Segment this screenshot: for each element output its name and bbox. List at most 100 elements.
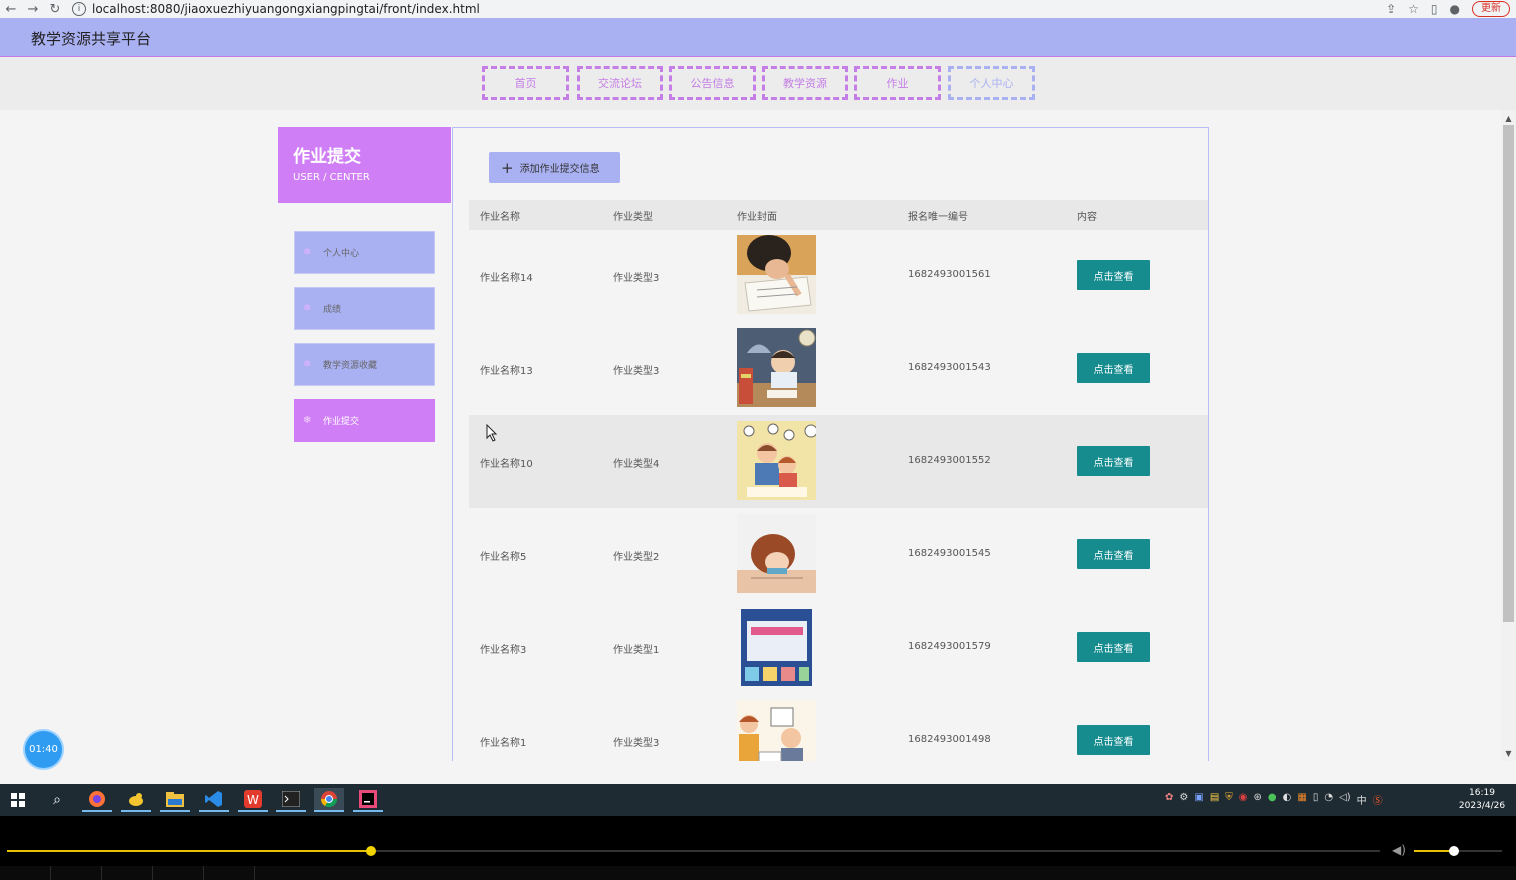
taskbar-clock[interactable]: 16:19 2023/4/26	[1455, 787, 1509, 813]
qq-icon[interactable]: ◐	[1283, 792, 1292, 807]
duck-app-icon[interactable]	[121, 788, 151, 812]
sidebar-item-grades[interactable]: ❄ 成绩	[294, 287, 435, 330]
volume-handle[interactable]	[1449, 846, 1459, 856]
seek-progress	[7, 850, 371, 852]
wps-office-icon[interactable]: W	[238, 788, 268, 812]
table-row: 作业名称1 作业类型3 1682493001498 点击查看	[469, 694, 1208, 761]
nav-item-homework[interactable]: 作业	[854, 66, 941, 100]
site-info-icon[interactable]: i	[72, 2, 86, 16]
table-row: 作业名称3 作业类型1 1682493001579 点击查看	[469, 601, 1208, 694]
homework-name: 作业名称14	[480, 273, 533, 284]
sidebar-item-label: 个人中心	[323, 249, 360, 259]
network-icon[interactable]: ◔	[1324, 792, 1333, 807]
file-explorer-icon[interactable]	[160, 788, 190, 812]
scrollbar-thumb[interactable]	[1503, 125, 1514, 622]
recording-timer[interactable]: 01:40	[25, 731, 62, 768]
tray-app-icon[interactable]: ⊛	[1254, 792, 1262, 807]
browser-toolbar: ← → ↻ i localhost:8080/jiaoxuezhiyuangon…	[0, 0, 1516, 18]
column-header-name: 作业名称	[480, 212, 520, 223]
table-row: 作业名称10 作业类型4 1682493001552 点击查看	[469, 415, 1208, 508]
chrome-icon[interactable]	[314, 788, 344, 812]
view-details-button[interactable]: 点击查看	[1077, 446, 1150, 476]
reload-icon[interactable]: ↻	[44, 0, 66, 18]
sidebar-item-label: 作业提交	[323, 417, 360, 427]
svg-text:W: W	[247, 793, 259, 807]
input-method-indicator[interactable]: 中	[1357, 792, 1367, 807]
submission-code: 1682493001552	[908, 455, 991, 466]
tray-app-icon[interactable]: ▤	[1210, 792, 1219, 807]
tray-app-icon[interactable]: ⚙	[1179, 792, 1188, 807]
usb-icon[interactable]: ▯	[1313, 792, 1319, 807]
sidebar-item-personal-center[interactable]: ❄ 个人中心	[294, 231, 435, 274]
sidebar-item-resource-favorites[interactable]: ❄ 教学资源收藏	[294, 343, 435, 386]
firefox-icon[interactable]	[82, 788, 112, 812]
nav-item-home[interactable]: 首页	[482, 66, 569, 100]
tray-app-icon[interactable]: ✿	[1165, 792, 1173, 807]
vscode-icon[interactable]	[199, 788, 229, 812]
submission-code: 1682493001561	[908, 269, 991, 280]
seek-handle[interactable]	[366, 846, 376, 856]
browser-actions: ⇪ ☆ ▯ ● 更新	[1386, 0, 1510, 18]
submission-code: 1682493001543	[908, 362, 991, 373]
wechat-icon[interactable]: ●	[1268, 792, 1277, 807]
submission-code: 1682493001498	[908, 734, 991, 745]
homework-name: 作业名称1	[480, 738, 527, 749]
url-text: localhost:8080/jiaoxuezhiyuangongxiangpi…	[92, 2, 480, 16]
shield-icon[interactable]: ⛨	[1225, 792, 1233, 807]
strip-divider	[152, 866, 153, 880]
tray-app-icon[interactable]: ◉	[1239, 792, 1248, 807]
snowflake-icon: ❄	[303, 359, 312, 370]
homework-type: 作业类型3	[613, 366, 660, 377]
view-details-button[interactable]: 点击查看	[1077, 632, 1150, 662]
homework-type: 作业类型4	[613, 459, 660, 470]
table-row: 作业名称5 作业类型2 1682493001545 点击查看	[469, 508, 1208, 601]
nav-item-resources[interactable]: 教学资源	[762, 66, 848, 100]
sidebar-item-label: 成绩	[323, 305, 342, 315]
table-row: 作业名称14 作业类型3 1682493001561 点击查看	[469, 229, 1208, 322]
cover-image-parent-helping-child	[737, 421, 816, 500]
volume-level	[1414, 850, 1454, 852]
profile-icon[interactable]: ●	[1450, 2, 1460, 16]
view-details-button[interactable]: 点击查看	[1077, 260, 1150, 290]
column-header-cover: 作业封面	[737, 212, 777, 223]
update-button[interactable]: 更新	[1472, 1, 1510, 17]
search-icon[interactable]: ⌕	[42, 788, 72, 812]
share-icon[interactable]: ⇪	[1386, 2, 1396, 16]
intellij-idea-icon[interactable]	[353, 788, 383, 812]
snowflake-icon: ❄	[303, 303, 312, 314]
scroll-up-arrow-icon[interactable]: ▲	[1501, 111, 1516, 125]
view-details-button[interactable]: 点击查看	[1077, 539, 1150, 569]
speaker-icon[interactable]: ◁)	[1339, 792, 1351, 807]
sidebar-toggle-icon[interactable]: ▯	[1431, 2, 1438, 16]
volume-icon[interactable]: ◀)	[1392, 843, 1406, 857]
nav-item-personal-center[interactable]: 个人中心	[948, 66, 1035, 100]
back-arrow-icon[interactable]: ←	[0, 0, 22, 18]
address-bar[interactable]: i localhost:8080/jiaoxuezhiyuangongxiang…	[72, 0, 1332, 18]
cover-image-poster	[737, 607, 816, 686]
strip-divider	[254, 866, 255, 880]
forward-arrow-icon[interactable]: →	[22, 0, 44, 18]
terminal-icon[interactable]	[276, 788, 306, 812]
tray-app-icon[interactable]: ▦	[1297, 792, 1306, 807]
column-header-content: 内容	[1077, 212, 1097, 223]
homework-type: 作业类型1	[613, 645, 660, 656]
bookmark-star-icon[interactable]: ☆	[1408, 2, 1419, 16]
submission-code: 1682493001545	[908, 548, 991, 559]
sidebar-item-label: 教学资源收藏	[323, 361, 378, 371]
windows-start-icon[interactable]	[3, 788, 33, 812]
homework-type: 作业类型3	[613, 738, 660, 749]
sogou-icon[interactable]: Ⓢ	[1373, 792, 1383, 807]
view-details-button[interactable]: 点击查看	[1077, 353, 1150, 383]
site-title: 教学资源共享平台	[31, 30, 152, 48]
add-submission-button[interactable]: + 添加作业提交信息	[489, 152, 620, 183]
clock-date: 2023/4/26	[1458, 801, 1506, 811]
tray-app-icon[interactable]: ▣	[1194, 792, 1203, 807]
strip-divider	[50, 866, 51, 880]
nav-item-forum[interactable]: 交流论坛	[577, 66, 663, 100]
strip-divider	[203, 866, 204, 880]
view-details-button[interactable]: 点击查看	[1077, 725, 1150, 755]
scroll-down-arrow-icon[interactable]: ▼	[1501, 746, 1516, 760]
sidebar-item-homework-submission[interactable]: ❄ 作业提交	[294, 399, 435, 442]
homework-name: 作业名称3	[480, 645, 527, 656]
nav-item-notices[interactable]: 公告信息	[669, 66, 756, 100]
